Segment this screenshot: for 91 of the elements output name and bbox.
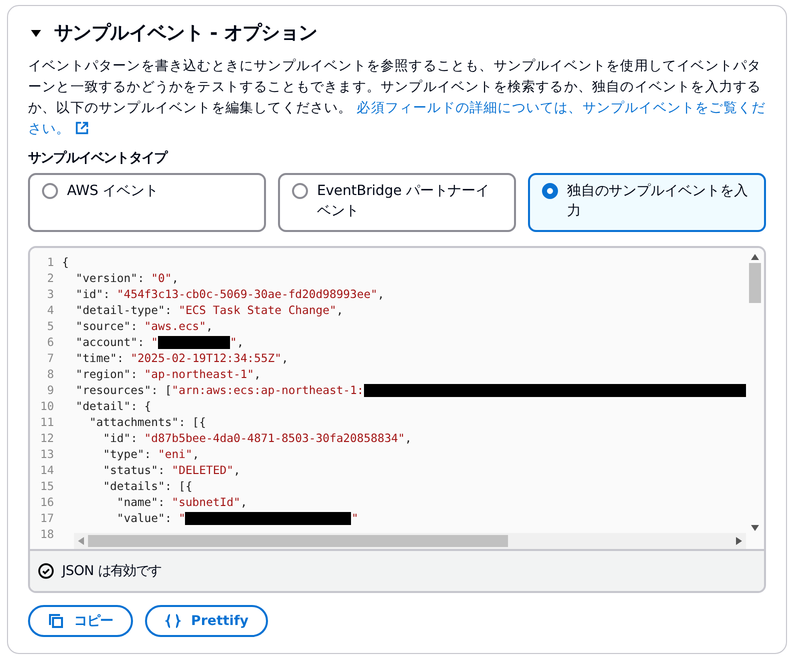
json-punctuation: : bbox=[116, 350, 125, 366]
json-string: "ap-northeast-1" bbox=[144, 366, 254, 382]
json-punctuation: , bbox=[336, 302, 344, 318]
line-number: 6 bbox=[46, 334, 55, 350]
json-key: "name" bbox=[62, 494, 158, 510]
json-string: "2025-02-19T12:34:55Z" bbox=[130, 350, 282, 366]
line-number: 10 bbox=[39, 398, 55, 414]
json-key: "status" bbox=[62, 462, 158, 478]
json-string: "0" bbox=[151, 270, 172, 286]
json-punctuation: , bbox=[240, 494, 248, 510]
line-number: 7 bbox=[46, 350, 55, 366]
json-punctuation: , bbox=[236, 334, 244, 350]
line-number: 3 bbox=[46, 286, 55, 302]
json-key: "time" bbox=[62, 350, 117, 366]
json-punctuation: , bbox=[233, 462, 240, 478]
json-punctuation: : bbox=[137, 334, 146, 350]
json-punctuation: , bbox=[192, 446, 200, 462]
line-number: 11 bbox=[39, 414, 55, 430]
line-number: 9 bbox=[46, 382, 55, 398]
json-punctuation: : { bbox=[130, 398, 152, 414]
json-punctuation: : bbox=[103, 286, 112, 302]
validation-message: JSON は有効です bbox=[62, 563, 162, 580]
json-string: " bbox=[230, 334, 237, 350]
json-string: "d87b5bee-4da0-4871-8503-30fa20858834" bbox=[144, 430, 405, 446]
json-punctuation: : bbox=[130, 318, 138, 334]
line-number: 2 bbox=[46, 270, 55, 286]
radio-label: AWS イベント bbox=[67, 182, 158, 201]
json-key: "version" bbox=[62, 270, 138, 286]
json-key: "resources" bbox=[62, 382, 152, 398]
json-string: "ECS Task State Change" bbox=[178, 302, 336, 318]
field-label: サンプルイベントタイプ bbox=[28, 149, 168, 167]
json-punctuation: , bbox=[254, 366, 261, 382]
json-key: "value" bbox=[62, 510, 165, 526]
radio-label: 独自のサンプルイベントを入力 bbox=[567, 182, 749, 221]
json-punctuation: : bbox=[158, 462, 166, 478]
json-punctuation: : bbox=[137, 270, 146, 286]
line-number: 8 bbox=[46, 366, 55, 382]
description: イベントパターンを書き込むときにサンプルイベントを参照することも、サンプルイベントを使用してイベントパターンと一致するかどうかをテストすることもできます。サンプルイベントを検索するか、独自のイベントを入力するか、以下のサンプルイベントを編集してください。 必須フィールドの詳細については、サンプルイベントをご覧くだ さい。 bbox=[28, 57, 767, 139]
json-key: "type" bbox=[62, 446, 144, 462]
line-number: 1 bbox=[46, 254, 55, 270]
line-number: 5 bbox=[46, 318, 55, 334]
json-punctuation: : bbox=[164, 302, 173, 318]
radio-label: EventBridge パートナーイベント bbox=[317, 182, 490, 221]
line-number: 13 bbox=[39, 446, 55, 462]
json-punctuation: : bbox=[158, 494, 166, 510]
line-number: 12 bbox=[39, 430, 55, 446]
json-string: " bbox=[151, 334, 158, 350]
prettify-button[interactable]: Prettify bbox=[145, 605, 268, 637]
json-key: "account" bbox=[62, 334, 138, 350]
json-key: "detail-type" bbox=[62, 302, 165, 318]
json-punctuation: { bbox=[62, 254, 69, 270]
docs-link[interactable]: さい。 bbox=[28, 121, 70, 137]
radio-tile[interactable]: 独自のサンプルイベントを入力 bbox=[528, 173, 766, 232]
docs-link[interactable]: 必須フィールドの詳細については、サンプルイベントをご覧くだ bbox=[356, 100, 766, 116]
json-key: "attachments" bbox=[62, 414, 179, 430]
json-punctuation: : bbox=[144, 446, 152, 462]
json-punctuation: , bbox=[172, 270, 179, 286]
json-string: " bbox=[178, 510, 186, 526]
json-punctuation: : bbox=[130, 366, 138, 382]
json-key: "id" bbox=[62, 430, 131, 446]
json-key: "detail" bbox=[62, 398, 131, 414]
line-number: 14 bbox=[39, 462, 55, 478]
json-key: "details" bbox=[62, 478, 165, 494]
line-number: 16 bbox=[39, 494, 55, 510]
json-string: " bbox=[351, 510, 358, 526]
line-number: 15 bbox=[39, 478, 55, 494]
json-punctuation: , bbox=[377, 286, 384, 302]
json-punctuation: , bbox=[281, 350, 288, 366]
radio-tile[interactable]: AWS イベント bbox=[28, 173, 266, 232]
json-punctuation: : [{ bbox=[164, 478, 192, 494]
json-string: "eni" bbox=[158, 446, 192, 462]
line-number: 4 bbox=[46, 302, 55, 318]
section-title: サンプルイベント - オプション bbox=[54, 21, 318, 46]
line-number: 17 bbox=[39, 510, 55, 526]
json-punctuation: : bbox=[130, 430, 138, 446]
json-punctuation: : [ bbox=[151, 382, 172, 398]
json-punctuation: : [{ bbox=[178, 414, 206, 430]
json-string: "454f3c13-cb0c-5069-30ae-fd20d98993ee" bbox=[116, 286, 378, 302]
json-string: "subnetId" bbox=[172, 494, 240, 510]
json-key: "source" bbox=[62, 318, 131, 334]
copy-button[interactable]: コピー bbox=[28, 605, 133, 637]
json-key: "region" bbox=[62, 366, 131, 382]
json-string: "arn:aws:ecs:ap-northeast-1: bbox=[172, 382, 364, 398]
json-string: "aws.ecs" bbox=[144, 318, 206, 334]
line-number: 18 bbox=[39, 526, 55, 542]
json-string: "DELETED" bbox=[172, 462, 234, 478]
json-punctuation: , bbox=[206, 318, 213, 334]
radio-tile[interactable]: EventBridge パートナーイベント bbox=[278, 173, 516, 232]
json-punctuation: , bbox=[404, 430, 412, 446]
json-punctuation: : bbox=[164, 510, 173, 526]
json-key: "id" bbox=[62, 286, 104, 302]
